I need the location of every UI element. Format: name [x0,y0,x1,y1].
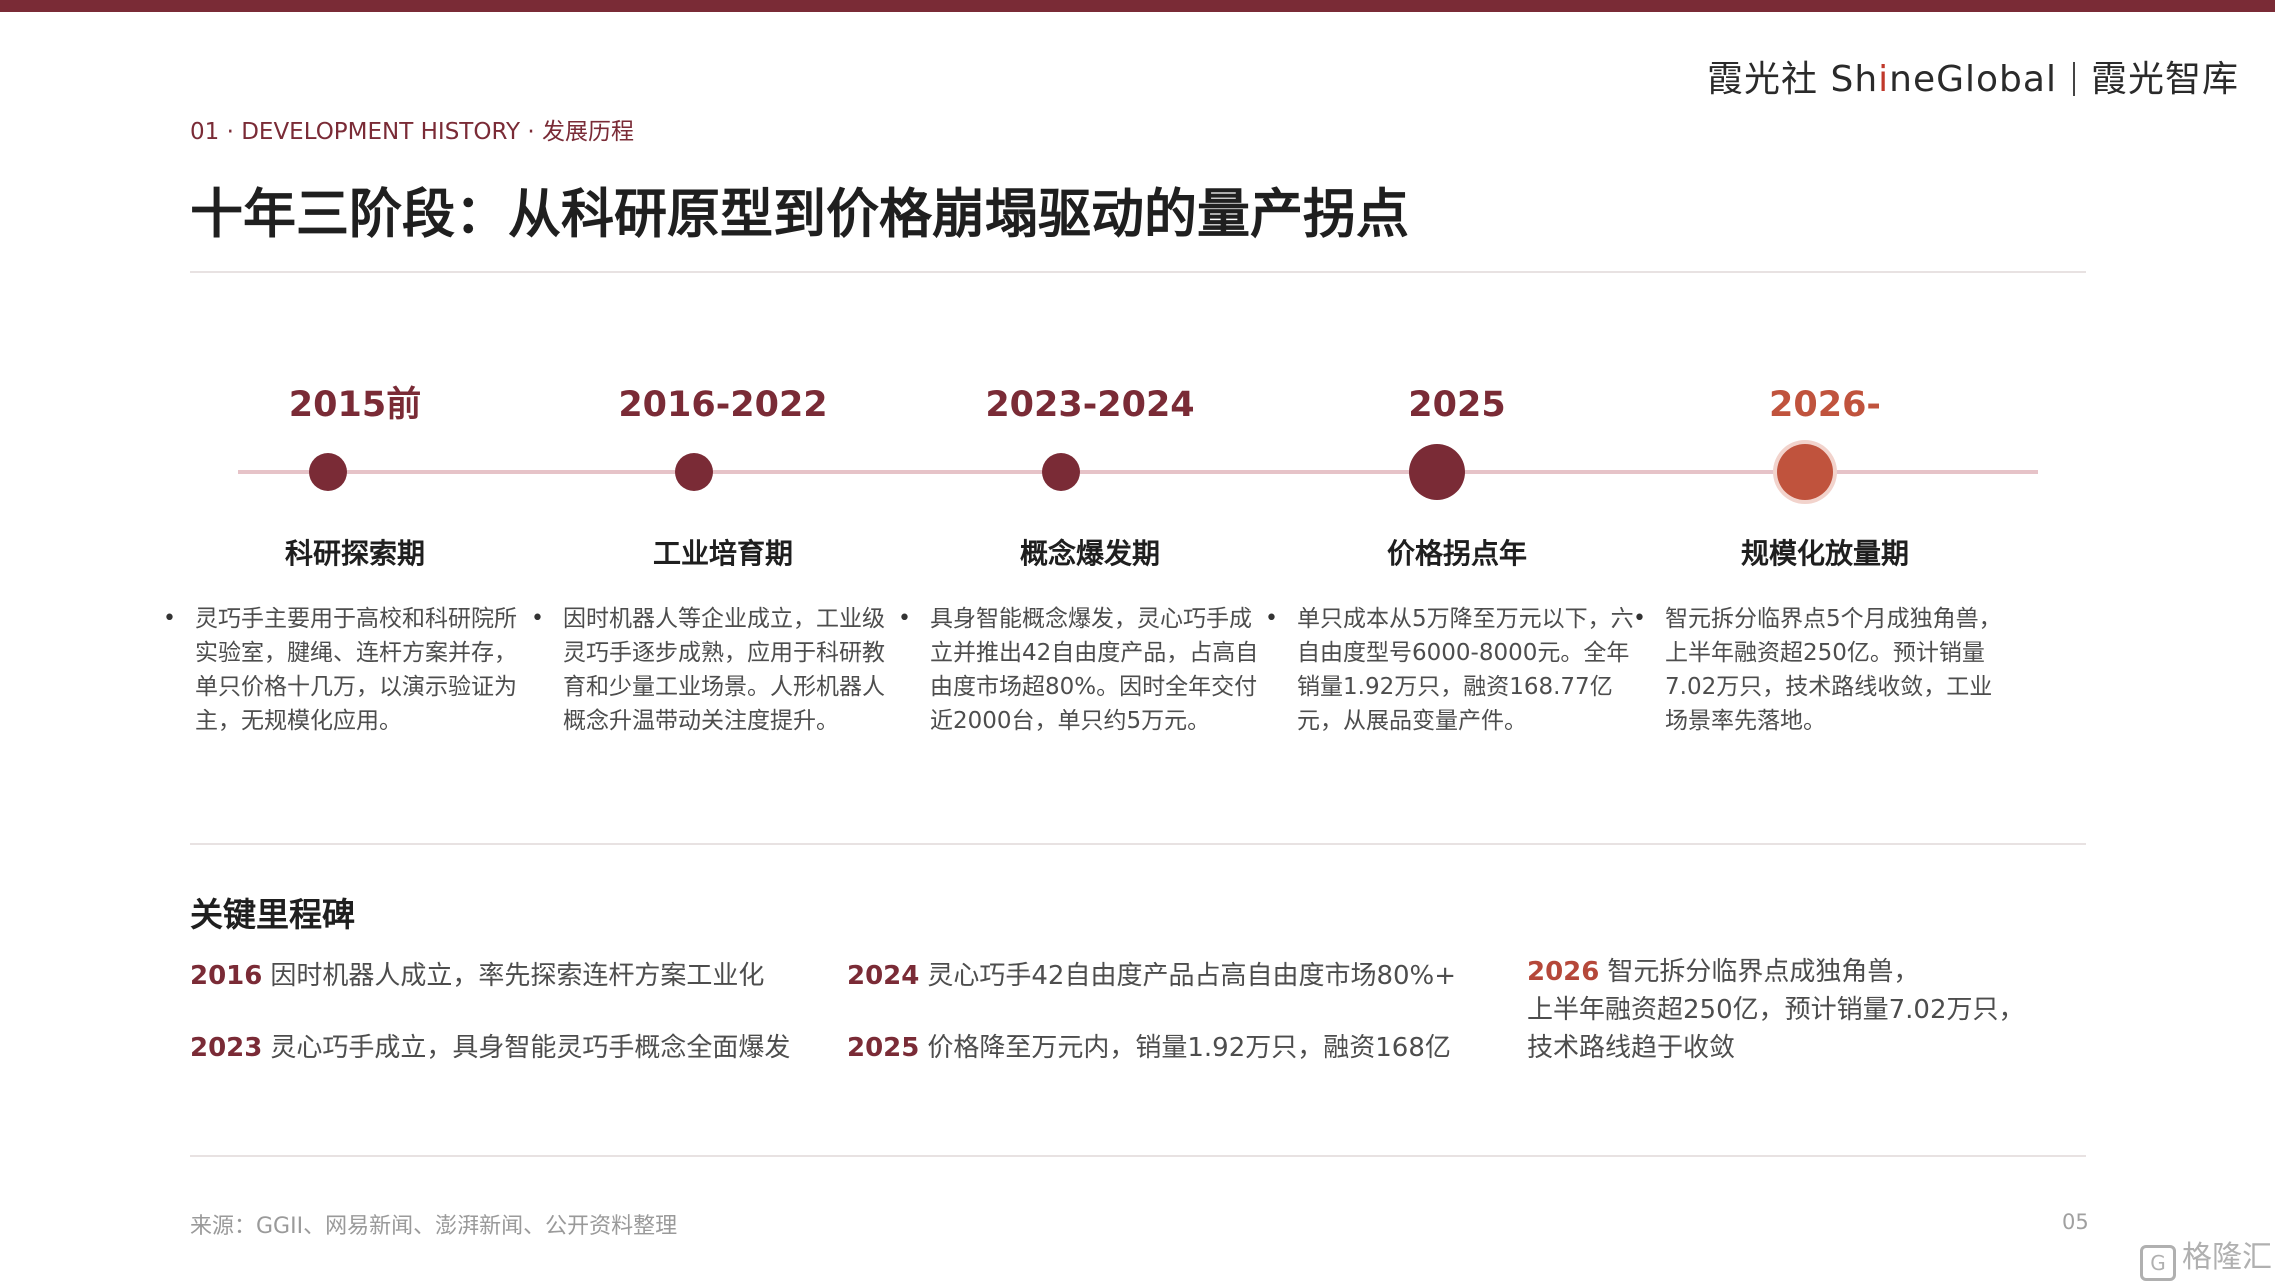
milestones-title: 关键里程碑 [190,895,355,934]
milestone-text: 灵心巧手成立，具身智能灵巧手概念全面爆发 [270,1033,791,1063]
stage-phase: 价格拐点年 [1386,537,1527,570]
milestone-item: 2016 因时机器人成立，率先探索连杆方案工业化 [190,957,764,995]
timeline-stage: 2015前 科研探索期 • 灵巧手主要用于高校和科研院所实验室，腱绳、连杆方案并… [163,380,545,734]
brand-name-right: 霞光智库 [2090,59,2239,100]
watermark: G 格隆汇 [2140,1232,2272,1281]
milestone-text: 价格降至万元内，销量1.92万只，融资168亿 [927,1033,1451,1063]
stage-year: 2015前 [288,385,422,425]
bullet-icon: • [898,606,911,631]
gelonghui-logo-icon: G [2140,1245,2176,1281]
stage-phase: 规模化放量期 [1740,537,1909,570]
milestone-year: 2023 [190,1033,263,1063]
milestone-text: 上半年融资超250亿，预计销量7.02万只， [1527,995,2025,1025]
stage-description: • 灵巧手主要用于高校和科研院所实验室，腱绳、连杆方案并存，单只价格十几万，以演… [163,602,535,738]
page-title: 十年三阶段：从科研原型到价格崩塌驱动的量产拐点 [190,184,1409,245]
stage-description: • 单只成本从5万降至万元以下，六自由度型号6000-8000元。全年销量1.9… [1265,602,1637,738]
source-note: 来源：GGII、网易新闻、澎湃新闻、公开资料整理 [190,1214,678,1239]
bullet-icon: • [1265,606,1278,631]
milestone-year: 2025 [847,1033,920,1063]
brand-name-left: 霞光社 ShineGlobal [1707,59,2057,100]
timeline-dot [1042,453,1080,491]
milestone-item: 2025 价格降至万元内，销量1.92万只，融资168亿 [847,1029,1451,1067]
timeline-dot [1777,444,1833,500]
milestone-year: 2024 [847,961,920,991]
timeline-dot [309,453,347,491]
milestone-year: 2016 [190,961,263,991]
milestone-text: 技术路线趋于收敛 [1527,1033,1736,1063]
milestone-text: 因时机器人成立，率先探索连杆方案工业化 [270,961,765,991]
milestone-item: 2024 灵心巧手42自由度产品占高自由度市场80%+ [847,957,1456,995]
timeline-axis [238,470,2038,474]
milestone-text: 智元拆分临界点成独角兽， [1607,957,1920,987]
section-label: 01 · DEVELOPMENT HISTORY · 发展历程 [190,119,634,145]
timeline-stage: 2026- 规模化放量期 • 智元拆分临界点5个月成独角兽，上半年融资超250亿… [1633,380,2015,734]
stage-phase: 概念爆发期 [1019,537,1160,570]
stage-year: 2025 [1408,385,1506,425]
bullet-icon: • [1633,606,1646,631]
bullet-icon: • [531,606,544,631]
timeline-dot [675,453,713,491]
milestone-year: 2026 [1527,957,1600,987]
timeline-stage: 2023-2024 概念爆发期 • 具身智能概念爆发，灵心巧手成立并推出42自由… [898,380,1280,734]
stage-description: • 具身智能概念爆发，灵心巧手成立并推出42自由度产品，占高自由度市场超80%。… [898,602,1270,738]
milestone-item: 2026 智元拆分临界点成独角兽， 上半年融资超250亿，预计销量7.02万只， … [1527,953,2025,1067]
section-divider [190,843,2086,845]
brand-logo: 霞光社 ShineGlobal 霞光智库 [1707,50,2239,102]
footer-divider [190,1155,2086,1157]
stage-phase: 科研探索期 [284,537,425,570]
stage-year: 2016-2022 [618,385,828,425]
stage-phase: 工业培育期 [652,537,793,570]
milestone-item: 2023 灵心巧手成立，具身智能灵巧手概念全面爆发 [190,1029,790,1067]
page-number: 05 [2062,1210,2089,1234]
brand-divider [2072,62,2075,96]
timeline-stage: 2025 价格拐点年 • 单只成本从5万降至万元以下，六自由度型号6000-80… [1265,380,1647,734]
top-accent-bar [0,0,2275,12]
stage-description: • 因时机器人等企业成立，工业级灵巧手逐步成熟，应用于科研教育和少量工业场景。人… [531,602,903,738]
bullet-icon: • [163,606,176,631]
title-divider [190,271,2086,273]
stage-year: 2026- [1769,385,1881,425]
stage-year: 2023-2024 [985,385,1195,425]
timeline-stage: 2016-2022 工业培育期 • 因时机器人等企业成立，工业级灵巧手逐步成熟，… [531,380,913,734]
milestone-text: 灵心巧手42自由度产品占高自由度市场80%+ [927,961,1457,991]
stage-description: • 智元拆分临界点5个月成独角兽，上半年融资超250亿。预计销量7.02万只，技… [1633,602,2005,738]
timeline-dot [1409,444,1465,500]
